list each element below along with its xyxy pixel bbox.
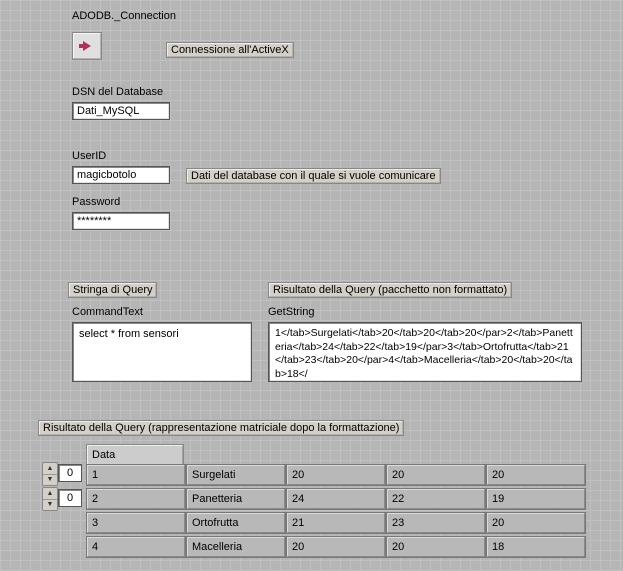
password-input[interactable]: ********: [72, 212, 170, 230]
run-button[interactable]: [72, 32, 102, 60]
table-cell[interactable]: 21: [286, 512, 386, 534]
table-cell[interactable]: Surgelati: [186, 464, 286, 486]
getstring-output: 1</tab>Surgelati</tab>20</tab>20</tab>20…: [268, 322, 582, 382]
userid-label: UserID: [72, 150, 106, 162]
table-cell[interactable]: 22: [386, 488, 486, 510]
table-cell[interactable]: 20: [386, 464, 486, 486]
table-cell[interactable]: 3: [86, 512, 186, 534]
table-cell[interactable]: Ortofrutta: [186, 512, 286, 534]
table-cell[interactable]: 24: [286, 488, 386, 510]
table-cell[interactable]: 19: [486, 488, 586, 510]
table-cell[interactable]: 20: [386, 536, 486, 558]
table-cell[interactable]: Panetteria: [186, 488, 286, 510]
chevron-up-icon: ▲: [43, 463, 57, 475]
activex-label: Connessione all'ActiveX: [166, 42, 294, 58]
db-hint-label: Dati del database con il quale si vuole …: [186, 168, 441, 184]
table-cell[interactable]: 4: [86, 536, 186, 558]
result-raw-section-label: Risultato della Query (pacchetto non for…: [268, 282, 512, 298]
commandtext-label: CommandText: [72, 306, 143, 318]
table-cell[interactable]: 20: [486, 464, 586, 486]
col-spinner[interactable]: ▲ ▼: [42, 487, 58, 511]
col-spinner-value[interactable]: 0: [58, 489, 82, 507]
table-cell[interactable]: 20: [286, 536, 386, 558]
getstring-label: GetString: [268, 306, 314, 318]
query-section-label: Stringa di Query: [68, 282, 157, 298]
table-cell[interactable]: 1: [86, 464, 186, 486]
result-matrix-section-label: Risultato della Query (rappresentazione …: [38, 420, 404, 436]
run-arrow-icon: [83, 41, 91, 51]
table-cell[interactable]: 18: [486, 536, 586, 558]
chevron-up-icon: ▲: [43, 488, 57, 500]
table-cell[interactable]: 20: [286, 464, 386, 486]
row-spinner[interactable]: ▲ ▼: [42, 462, 58, 486]
table-cell[interactable]: Macelleria: [186, 536, 286, 558]
table-cell[interactable]: 2: [86, 488, 186, 510]
ref-title: ADODB._Connection: [72, 10, 176, 22]
table-header: Data: [86, 444, 184, 466]
table-cell[interactable]: 23: [386, 512, 486, 534]
commandtext-input[interactable]: select * from sensori: [72, 322, 252, 382]
chevron-down-icon: ▼: [43, 475, 57, 486]
password-label: Password: [72, 196, 120, 208]
row-spinner-value[interactable]: 0: [58, 464, 82, 482]
dsn-input[interactable]: Dati_MySQL: [72, 102, 170, 120]
dsn-label: DSN del Database: [72, 86, 163, 98]
table-cell[interactable]: 20: [486, 512, 586, 534]
chevron-down-icon: ▼: [43, 500, 57, 511]
userid-input[interactable]: magicbotolo: [72, 166, 170, 184]
